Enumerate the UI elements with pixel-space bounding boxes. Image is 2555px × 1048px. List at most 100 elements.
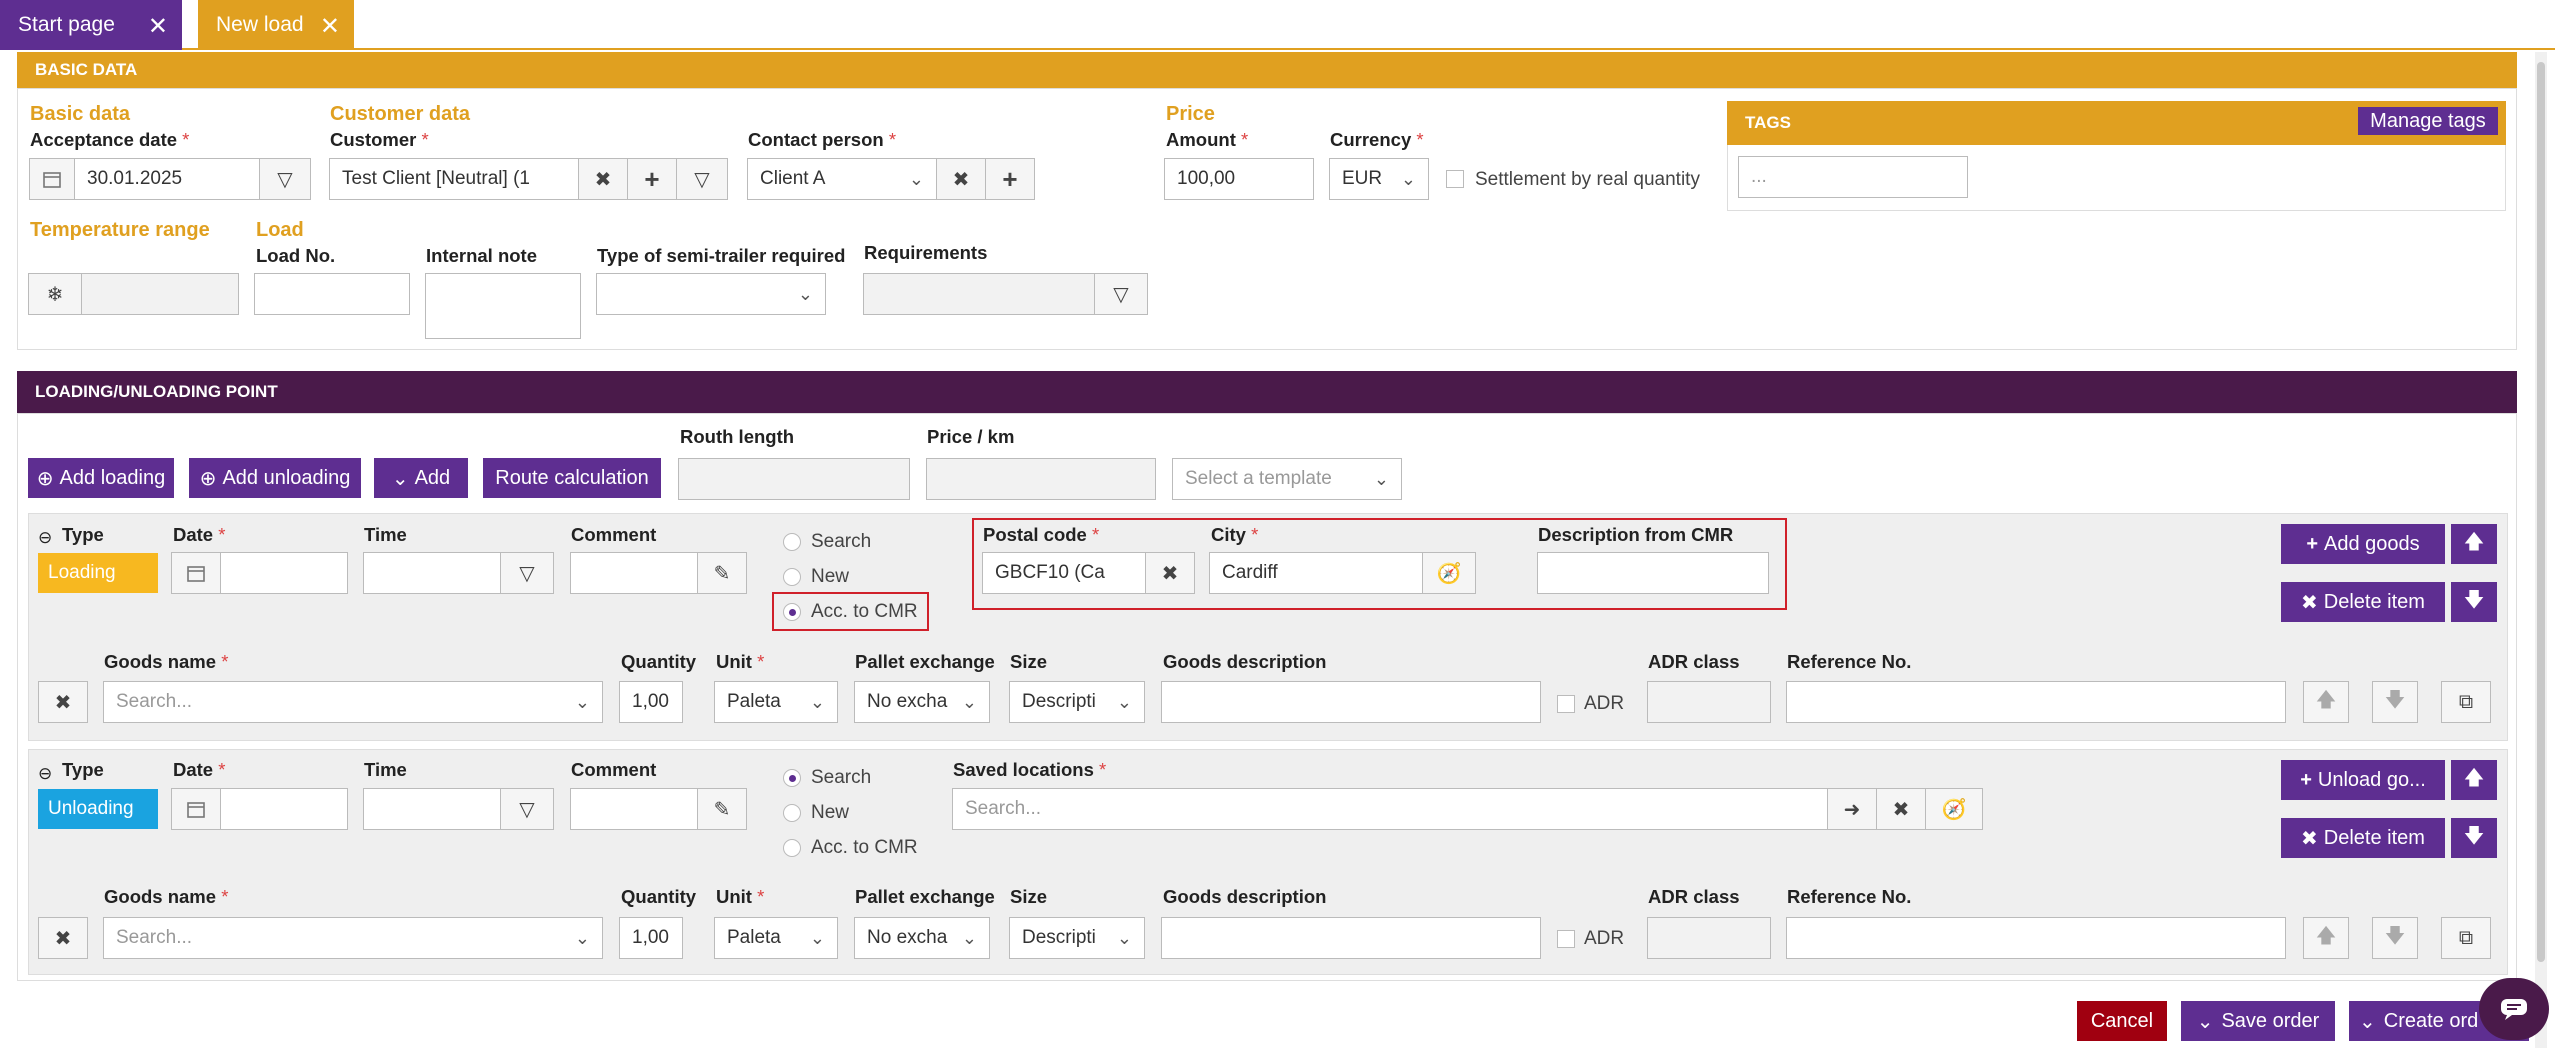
adr-checkbox[interactable]	[1557, 695, 1575, 713]
load-no-input[interactable]	[254, 273, 410, 315]
filter-icon[interactable]: ▽	[500, 552, 554, 594]
unit-select[interactable]: Paleta ⌄	[714, 917, 838, 959]
settlement-checkbox[interactable]	[1446, 170, 1464, 188]
saved-locations-input[interactable]: Search...	[952, 788, 1828, 830]
edit-icon[interactable]: ✎	[697, 788, 747, 830]
goods-name-select[interactable]: Search... ⌄	[103, 917, 603, 959]
internal-note-textarea[interactable]	[425, 273, 581, 339]
acceptance-date-input[interactable]: 30.01.2025	[74, 158, 260, 200]
time-input[interactable]	[363, 788, 501, 830]
add-button[interactable]: ⌄ Add	[374, 458, 468, 498]
copy-icon[interactable]: ⧉	[2441, 917, 2491, 959]
close-icon[interactable]: ✕	[148, 12, 168, 41]
date-input[interactable]	[220, 788, 348, 830]
semitrailer-select[interactable]: ⌄	[596, 273, 826, 315]
add-goods-button[interactable]: + Add goods	[2281, 524, 2445, 564]
arrow-down-icon[interactable]: 🡇	[2372, 917, 2418, 959]
size-select[interactable]: Descripti ⌄	[1009, 917, 1145, 959]
manage-tags-button[interactable]: Manage tags	[2358, 107, 2498, 135]
scrollbar[interactable]	[2535, 52, 2547, 1048]
add-unloading-button[interactable]: ⊕ Add unloading	[189, 458, 361, 498]
move-down-button[interactable]: 🡇	[2451, 818, 2497, 858]
adr-class-input[interactable]	[1647, 681, 1771, 723]
radio-acc-cmr[interactable]: Acc. to CMR	[783, 837, 918, 859]
filter-icon[interactable]: ▽	[1094, 273, 1148, 315]
add-icon[interactable]: +	[627, 158, 677, 200]
comment-input[interactable]	[570, 552, 698, 594]
customer-input[interactable]: Test Client [Neutral] (1	[329, 158, 579, 200]
calendar-icon[interactable]	[29, 158, 75, 200]
reference-no-input[interactable]	[1786, 681, 2286, 723]
remove-goods-icon[interactable]: ✖	[38, 917, 88, 959]
pallet-exchange-select[interactable]: No excha ⌄	[854, 917, 990, 959]
route-length-input[interactable]	[678, 458, 910, 500]
cancel-button[interactable]: Cancel	[2077, 1001, 2167, 1041]
save-order-button[interactable]: ⌄ Save order	[2181, 1001, 2335, 1041]
scrollbar-thumb[interactable]	[2537, 62, 2545, 962]
reference-no-input[interactable]	[1786, 917, 2286, 959]
tab-new-load[interactable]: New load ✕	[198, 0, 354, 50]
collapse-icon[interactable]: ⊖	[38, 764, 52, 784]
filter-icon[interactable]: ▽	[500, 788, 554, 830]
clear-icon[interactable]: ✖	[936, 158, 986, 200]
radio-search[interactable]: Search	[783, 767, 871, 789]
filter-icon[interactable]: ▽	[676, 158, 728, 200]
move-down-button[interactable]: 🡇	[2451, 582, 2497, 622]
temperature-input[interactable]	[81, 273, 239, 315]
add-icon[interactable]: +	[985, 158, 1035, 200]
postal-code-input[interactable]: GBCF10 (Ca	[982, 552, 1146, 594]
edit-icon[interactable]: ✎	[697, 552, 747, 594]
goods-description-input[interactable]	[1161, 681, 1541, 723]
move-up-button[interactable]: 🡅	[2451, 524, 2497, 564]
clear-icon[interactable]: ✖	[1876, 788, 1926, 830]
comment-input[interactable]	[570, 788, 698, 830]
copy-icon[interactable]: ⧉	[2441, 681, 2491, 723]
contact-person-select[interactable]: Client A ⌄	[747, 158, 937, 200]
close-icon[interactable]: ✕	[320, 12, 340, 41]
remove-goods-icon[interactable]: ✖	[38, 681, 88, 723]
date-input[interactable]	[220, 552, 348, 594]
goods-name-select[interactable]: Search... ⌄	[103, 681, 603, 723]
delete-item-button[interactable]: ✖ Delete item	[2281, 582, 2445, 622]
city-input[interactable]: Cardiff	[1209, 552, 1423, 594]
time-input[interactable]	[363, 552, 501, 594]
unit-select[interactable]: Paleta ⌄	[714, 681, 838, 723]
calendar-icon[interactable]	[171, 552, 221, 594]
radio-new[interactable]: New	[783, 802, 849, 824]
calendar-icon[interactable]	[171, 788, 221, 830]
collapse-icon[interactable]: ⊖	[38, 528, 52, 548]
size-select[interactable]: Descripti ⌄	[1009, 681, 1145, 723]
arrow-up-icon[interactable]: 🡅	[2303, 917, 2349, 959]
compass-icon[interactable]: 🧭	[1422, 552, 1476, 594]
filter-icon[interactable]: ▽	[259, 158, 311, 200]
template-select[interactable]: Select a template ⌄	[1172, 458, 1402, 500]
snowflake-icon[interactable]: ❄	[28, 273, 82, 315]
move-up-button[interactable]: 🡅	[2451, 760, 2497, 800]
quantity-input[interactable]: 1,00	[619, 917, 683, 959]
tags-input[interactable]: ...	[1738, 156, 1968, 198]
price-km-input[interactable]	[926, 458, 1156, 500]
tab-start-page[interactable]: Start page ✕	[0, 0, 182, 50]
clear-icon[interactable]: ✖	[578, 158, 628, 200]
add-loading-button[interactable]: ⊕ Add loading	[28, 458, 174, 498]
goods-description-input[interactable]	[1161, 917, 1541, 959]
quantity-input[interactable]: 1,00	[619, 681, 683, 723]
cmr-description-input[interactable]	[1537, 552, 1769, 594]
adr-checkbox[interactable]	[1557, 930, 1575, 948]
delete-item-button[interactable]: ✖ Delete item	[2281, 818, 2445, 858]
unload-goods-button[interactable]: + Unload go...	[2281, 760, 2445, 800]
route-calculation-button[interactable]: Route calculation	[483, 458, 661, 498]
go-arrow-icon[interactable]: ➜	[1827, 788, 1877, 830]
radio-acc-cmr[interactable]: Acc. to CMR	[783, 601, 918, 623]
compass-icon[interactable]: 🧭	[1925, 788, 1983, 830]
radio-search[interactable]: Search	[783, 531, 871, 553]
radio-new[interactable]: New	[783, 566, 849, 588]
clear-icon[interactable]: ✖	[1145, 552, 1195, 594]
pallet-exchange-select[interactable]: No excha ⌄	[854, 681, 990, 723]
adr-class-input[interactable]	[1647, 917, 1771, 959]
arrow-up-icon[interactable]: 🡅	[2303, 681, 2349, 723]
arrow-down-icon[interactable]: 🡇	[2372, 681, 2418, 723]
chat-icon[interactable]	[2479, 978, 2549, 1040]
requirements-input[interactable]	[863, 273, 1095, 315]
amount-input[interactable]: 100,00	[1164, 158, 1314, 200]
